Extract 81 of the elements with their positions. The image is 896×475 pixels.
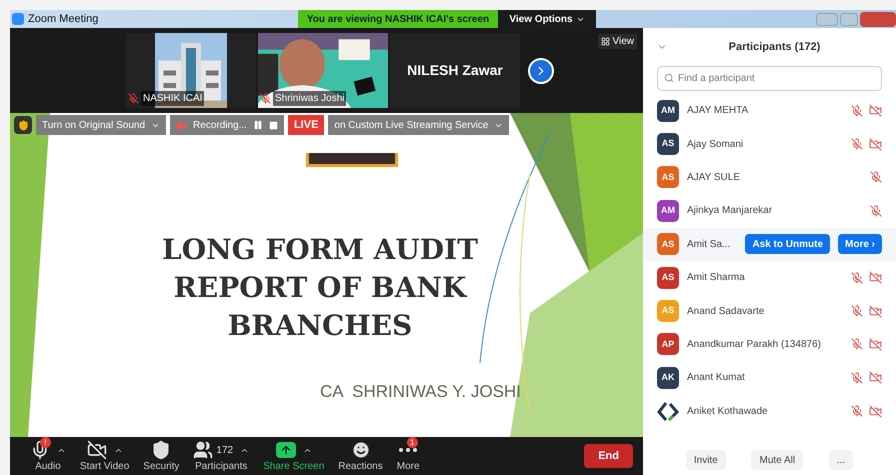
participant-count: 172: [216, 444, 234, 458]
stop-icon[interactable]: [268, 120, 278, 130]
avatar: AM: [657, 200, 679, 222]
security-shield-icon: [14, 116, 32, 134]
participant-name: Ajinkya Manjarekar: [687, 204, 774, 218]
end-button[interactable]: End: [584, 444, 633, 468]
panel-title: Participants (172): [728, 40, 822, 55]
avatar: AP: [657, 333, 679, 356]
avatar: AM: [657, 100, 679, 122]
view-button[interactable]: View: [598, 34, 637, 49]
toolbar-button[interactable]: Share Screen: [263, 439, 324, 473]
participant-name: Aniket Kothawade: [687, 404, 769, 419]
participant-name: AJAY SULE: [687, 170, 741, 185]
participant-name: AJAY MEHTA: [687, 104, 750, 118]
video-off-icon: [86, 440, 107, 460]
toolbar-button[interactable]: Audio !: [30, 439, 66, 473]
avatar: AS: [657, 133, 679, 156]
footer-button[interactable]: Invite: [686, 450, 726, 470]
grid-icon: [600, 37, 610, 46]
toolbar-button[interactable]: Reactions: [338, 439, 383, 473]
toolbar-button[interactable]: Start Video: [80, 439, 130, 473]
logo-avatar-icon: [657, 400, 679, 422]
participant-name: Amit Sa...: [687, 238, 732, 252]
avatar: AS: [657, 300, 679, 322]
slide-logo-icon: [306, 153, 398, 167]
participant-row[interactable]: AS AJAY SULE: [643, 160, 896, 194]
participant-name: NILESH Zawar: [407, 61, 503, 80]
search-field[interactable]: Find a participant: [657, 66, 882, 91]
share-screen-icon: [276, 442, 296, 458]
toolbar-button[interactable]: More 1: [396, 439, 420, 473]
close-icon[interactable]: [860, 12, 896, 26]
slide-title-line: REPORT OF BANK: [174, 270, 466, 306]
avatar: AS: [657, 266, 679, 289]
avatar: AS: [657, 233, 679, 256]
participant-action-button[interactable]: More ›: [838, 234, 882, 254]
search-icon: [664, 73, 674, 83]
footer-button[interactable]: ...: [828, 450, 854, 470]
video-tile[interactable]: NILESH Zawar: [390, 33, 520, 108]
participant-row[interactable]: AK Anant Kumat: [643, 361, 896, 395]
participant-row[interactable]: AS Ajay Somani: [643, 127, 896, 161]
next-page-button[interactable]: [528, 58, 554, 84]
participant-row[interactable]: AP Anandkumar Parakh (134876): [643, 328, 896, 362]
live-badge: LIVE: [288, 115, 324, 135]
tile-name: NASHIK ICAI: [141, 91, 204, 106]
people-icon: [193, 440, 214, 460]
slide-title-line: LONG FORM AUDIT: [162, 232, 478, 268]
toolbar-button[interactable]: Security: [143, 439, 180, 473]
pause-icon[interactable]: [252, 120, 263, 130]
participant-row[interactable]: AS Anand Sadavarte: [643, 294, 896, 328]
original-sound-button[interactable]: Turn on Original Sound: [36, 115, 166, 135]
viewing-banner: You are viewing NASHIK ICAI's screen: [298, 10, 498, 28]
avatar: AS: [657, 166, 679, 188]
smiley-icon: [350, 440, 370, 460]
tile-name: Shriniwas Joshi: [273, 91, 346, 106]
more-icon: [399, 448, 418, 452]
notification-badge: 1: [406, 437, 418, 448]
video-tile[interactable]: NASHIK ICAI: [126, 33, 256, 108]
recording-status: Recording...: [193, 118, 247, 132]
participant-name: Anandkumar Parakh (134876): [687, 338, 822, 352]
participant-name: Ajay Somani: [687, 138, 744, 152]
participant-action-button[interactable]: Ask to Unmute: [745, 234, 830, 254]
participant-row[interactable]: AM Ajinkya Manjarekar: [643, 194, 896, 228]
participant-row[interactable]: AS Amit Sa... Ask to Unmute More ›: [643, 228, 896, 261]
cloud-icon: [176, 120, 188, 130]
avatar: AK: [657, 366, 679, 389]
participant-name: Anant Kumat: [687, 371, 746, 386]
slide-title-line: BRANCHES: [228, 308, 412, 344]
participant-row[interactable]: Aniket Kothawade: [643, 394, 896, 428]
zoom-logo-icon: [12, 13, 24, 25]
notification-badge: !: [40, 437, 51, 448]
video-tile[interactable]: Shriniwas Joshi: [258, 33, 388, 108]
view-options-button[interactable]: View Options: [498, 10, 596, 28]
participant-row[interactable]: AS Amit Sharma: [643, 260, 896, 294]
live-streaming-button[interactable]: on Custom Live Streaming Service: [328, 115, 510, 135]
participant-name: Anand Sadavarte: [687, 304, 766, 319]
shield-icon: [151, 440, 172, 460]
participant-name: Amit Sharma: [687, 271, 746, 286]
window-title: Zoom Meeting: [28, 12, 100, 27]
participant-row[interactable]: AM AJAY MEHTA: [643, 94, 896, 128]
footer-button[interactable]: Mute All: [751, 450, 804, 470]
toolbar-button[interactable]: 172 Participants: [193, 439, 250, 473]
